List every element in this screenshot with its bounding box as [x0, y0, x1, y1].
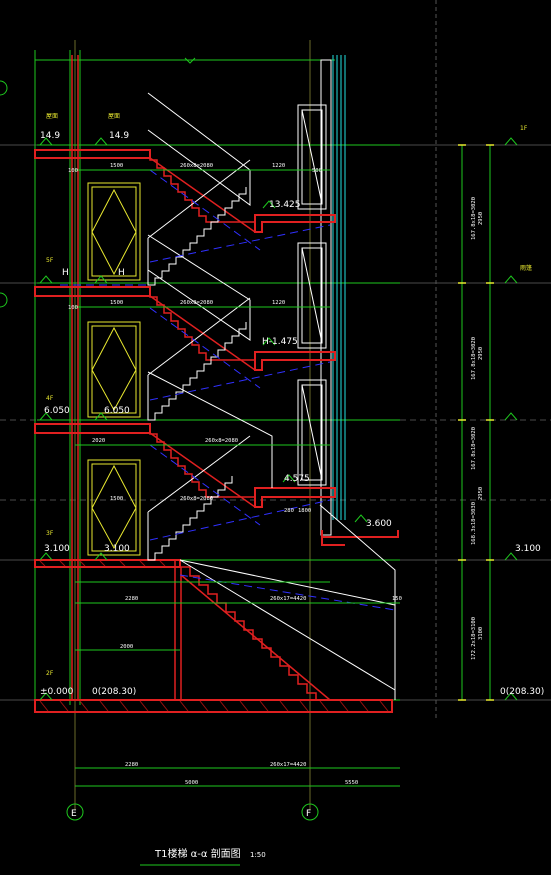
dim-riser-a: 167.8x18=3020 [471, 197, 477, 240]
level-landing-low: 4.575 [284, 474, 310, 484]
dim-260a: 260x8=2080 [180, 163, 213, 169]
windows-right [297, 104, 327, 486]
dim-1500b: 1500 [110, 300, 123, 306]
dim-260c: 260x8=2080 [205, 438, 238, 444]
dim-tag-1800: 1800 [298, 508, 311, 514]
level-ground-abs-right: 0(208.30) [500, 687, 544, 697]
dim-2280a: 2280 [125, 596, 138, 602]
level-l3-right: 6.050 [104, 406, 130, 416]
dim-right-c: 2950 [478, 487, 484, 500]
dim-2000: 2000 [120, 644, 133, 650]
level-mid-landing: 13.425 [269, 200, 301, 210]
stair-flights-white [147, 92, 396, 700]
dim-right-a: 2950 [478, 212, 484, 225]
dim-tag-100b: 100 [68, 305, 78, 311]
dim-tag-100a: 100 [68, 168, 78, 174]
dim-1500a: 1500 [110, 163, 123, 169]
dim-total-left: 5000 [185, 780, 198, 786]
level-ground: ±0.000 [40, 687, 74, 697]
level-l4-right: 3.100 [104, 544, 130, 554]
level-l4: 3.100 [44, 544, 70, 554]
level-l2: H [62, 268, 69, 278]
tag-6: 2F [46, 670, 54, 677]
tag-3: 5F [46, 257, 54, 264]
dim-total-right: 5550 [345, 780, 358, 786]
grid-lines [0, 0, 551, 810]
level-l3: 6.050 [44, 406, 70, 416]
dim-right-d: 3100 [478, 627, 484, 640]
dim-riser-c: 167.8x18=3020 [471, 427, 477, 470]
level-landing-h: H-1.475 [262, 337, 298, 347]
axis-label-f: F [306, 809, 311, 819]
level-l1-right: 14.9 [109, 131, 129, 141]
dim-2020: 2020 [92, 438, 105, 444]
dim-1220b: 1220 [272, 300, 285, 306]
axis-bubbles [0, 80, 319, 821]
tag-8: 雨篷 [520, 264, 532, 272]
level-canopy: 3.600 [366, 519, 392, 529]
dim-riser-b: 167.8x18=3020 [471, 337, 477, 380]
dim-260d: 260x8=2080 [180, 496, 213, 502]
level-right-l4: 3.100 [515, 544, 541, 554]
tag-5: 3F [46, 530, 54, 537]
dim-tag-150: 150 [392, 596, 402, 602]
dim-260b: 260x8=2080 [180, 300, 213, 306]
drawing-scale: 1:50 [250, 851, 266, 859]
section-drawing: 14.9 14.9 13.425 H H H-1.475 6.050 6.050… [0, 0, 551, 866]
dim-260e: 260x17=4420 [270, 596, 306, 602]
dim-1500c: 1500 [110, 496, 123, 502]
level-ground-abs: 0(208.30) [92, 687, 136, 697]
tag-4: 4F [46, 395, 54, 402]
curtain-wall [332, 55, 346, 520]
dim-2280b: 2280 [125, 762, 138, 768]
tag-2: 屋面 [108, 113, 120, 120]
floor-slabs [34, 149, 399, 713]
dim-right-b: 2950 [478, 347, 484, 360]
axis-label-e: E [71, 809, 77, 819]
level-l2-right: H [118, 268, 125, 278]
dim-tag-500: 500 [312, 168, 322, 174]
dim-1220a: 1220 [272, 163, 285, 169]
level-l1: 14.9 [40, 131, 60, 141]
dim-riser-e: 172.2x18=3100 [471, 617, 477, 660]
dim-riser-d: 168.3x18=3030 [471, 502, 477, 545]
tag-1: 屋面 [46, 113, 58, 120]
dim-260f: 260x17=4420 [270, 762, 306, 768]
dimension-lines [75, 145, 491, 866]
stair-flights-red [149, 150, 331, 701]
tag-7: 1F [520, 125, 528, 132]
dim-tag-280: 280 [284, 508, 294, 514]
drawing-title: T1楼梯 α-α 剖面图 [154, 847, 241, 860]
